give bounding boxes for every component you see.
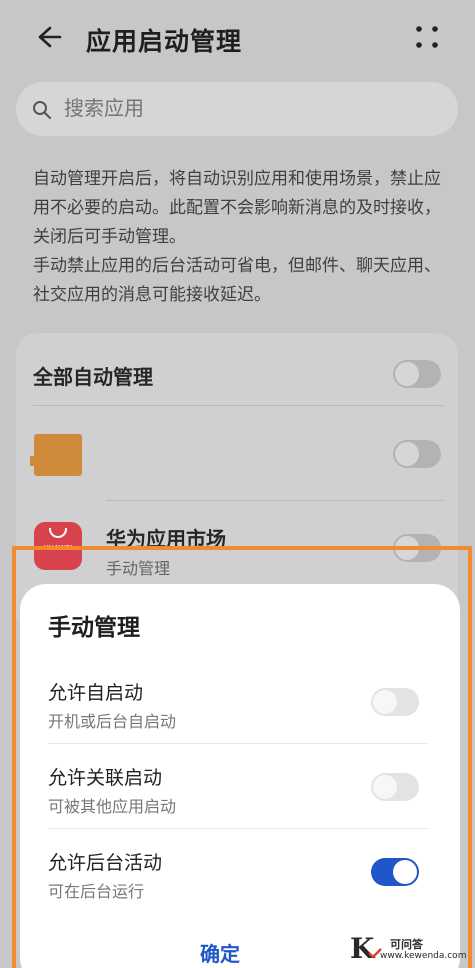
allow-autostart-desc: 开机或后台自启动	[48, 712, 177, 731]
arrow-left-icon[interactable]	[30, 20, 64, 54]
toggle-knob	[393, 860, 417, 884]
allow-associated-launch-desc: 可被其他应用启动	[48, 797, 177, 816]
divider	[106, 500, 443, 501]
allow-background-label: 允许后台活动	[48, 852, 163, 874]
divider	[48, 743, 428, 744]
toggle-knob	[373, 690, 397, 714]
app-name: 华为应用市场	[106, 527, 226, 551]
allow-background-desc: 可在后台运行	[48, 882, 145, 901]
header: 应用启动管理	[0, 14, 475, 60]
huawei-appgallery-icon: HUAWEI	[34, 522, 82, 570]
app-icon	[30, 434, 82, 476]
app-status: 手动管理	[106, 559, 171, 578]
dialog-title: 手动管理	[48, 615, 140, 641]
watermark-logo: K 可问答 www.kewenda.com	[350, 932, 472, 966]
all-auto-manage-label: 全部自动管理	[33, 365, 153, 389]
description-text: 自动管理开启后，将自动识别应用和使用场景，禁止应用不必要的启动。此配置不会影响新…	[33, 169, 441, 247]
search-input[interactable]	[64, 96, 424, 120]
description-note: 手动禁止应用的后台活动可省电，但邮件、聊天应用、社交应用的消息可能接收延迟。	[33, 256, 441, 305]
confirm-button[interactable]: 确定	[200, 938, 240, 967]
app-toggle[interactable]	[393, 534, 441, 562]
bag-shape	[49, 528, 67, 538]
allow-associated-launch-toggle[interactable]	[371, 773, 419, 801]
allow-autostart-label: 允许自启动	[48, 682, 144, 704]
allow-background-toggle[interactable]	[371, 858, 419, 886]
toggle-knob	[373, 775, 397, 799]
allow-associated-launch-label: 允许关联启动	[48, 767, 163, 789]
divider	[33, 405, 443, 406]
more-dots-icon[interactable]	[414, 24, 440, 50]
divider	[48, 828, 428, 829]
app-toggle[interactable]	[393, 440, 441, 468]
toggle-knob	[395, 362, 419, 386]
allow-autostart-toggle[interactable]	[371, 688, 419, 716]
page-title: 应用启动管理	[86, 27, 243, 56]
watermark-text: 可问答	[390, 938, 423, 951]
icon-brand-text: HUAWEI	[43, 544, 73, 552]
toggle-knob	[395, 442, 419, 466]
search-icon	[33, 101, 51, 119]
all-auto-manage-toggle[interactable]	[393, 360, 441, 388]
toggle-knob	[395, 536, 419, 560]
watermark-url: www.kewenda.com	[380, 951, 467, 961]
